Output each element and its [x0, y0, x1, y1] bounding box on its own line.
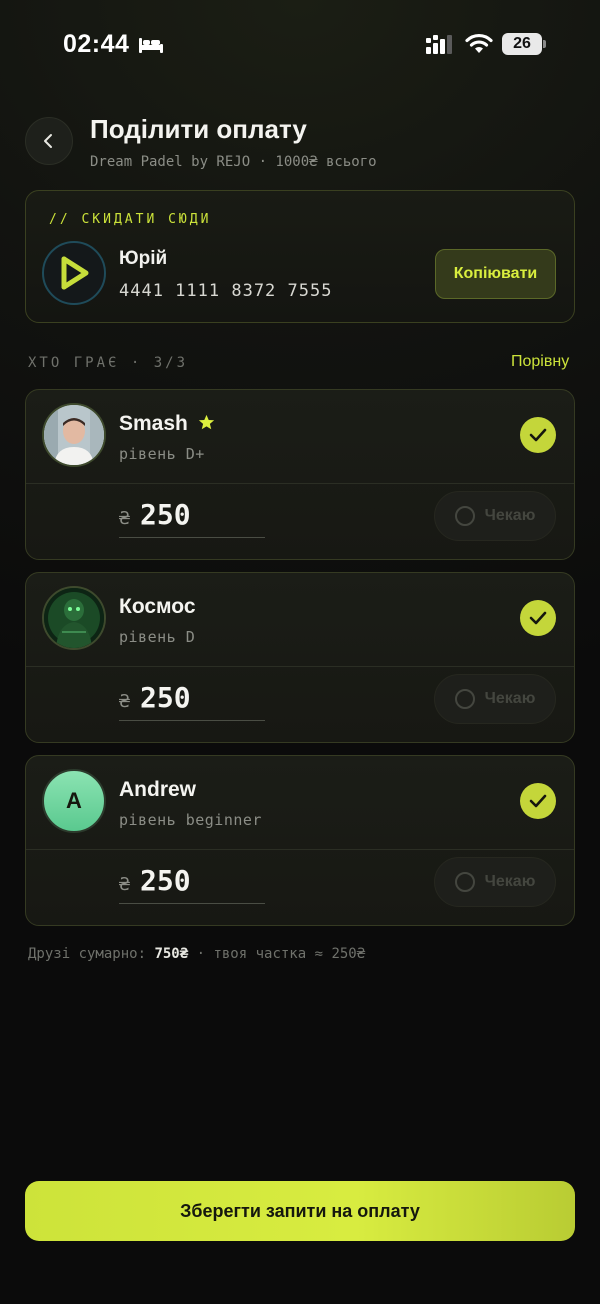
- recipient-name: Юрій: [119, 248, 168, 269]
- recipient-label: // СКИДАТИ СЮДИ: [49, 212, 212, 227]
- player-level: рівень D: [119, 628, 196, 646]
- brand-logo: [42, 241, 106, 305]
- divider: [26, 849, 574, 850]
- check-icon: [529, 611, 547, 625]
- player-card: A Andrew рівень beginner ₴ 250 Чекаю: [25, 755, 575, 926]
- battery-level: 26: [513, 35, 531, 52]
- player-level: рівень D+: [119, 445, 205, 463]
- status-time: 02:44: [63, 30, 130, 58]
- players-section-label: ХТО ГРАЄ · 3/3: [28, 355, 189, 371]
- battery-indicator: 26: [502, 33, 546, 55]
- player-card: Smash рівень D+ ₴ 250 Чекаю: [25, 389, 575, 560]
- radio-circle-icon: [454, 872, 475, 892]
- player-level: рівень beginner: [119, 811, 262, 829]
- check-icon: [529, 428, 547, 442]
- amount-input[interactable]: 250: [140, 864, 191, 897]
- player-card: Космос рівень D ₴ 250 Чекаю: [25, 572, 575, 743]
- player-name: Andrew: [119, 778, 197, 801]
- player-name: Космос: [119, 595, 196, 618]
- copy-button[interactable]: Копіювати: [435, 249, 556, 299]
- summary-total: 750₴: [154, 946, 189, 962]
- card-number: 4441 1111 8372 7555: [119, 281, 333, 301]
- back-button[interactable]: [25, 117, 73, 165]
- summary-suffix: · твоя частка ≈ 250₴: [188, 946, 366, 962]
- currency-symbol: ₴: [119, 691, 130, 712]
- currency-symbol: ₴: [119, 874, 130, 895]
- amount-field[interactable]: ₴ 250: [119, 498, 265, 538]
- waiting-status-button[interactable]: Чекаю: [434, 491, 556, 541]
- waiting-label: Чекаю: [484, 873, 536, 890]
- user-photo-icon: [44, 405, 104, 465]
- amount-input[interactable]: 250: [140, 681, 191, 714]
- divider: [26, 666, 574, 667]
- avatar: [42, 403, 106, 467]
- radio-circle-icon: [454, 506, 475, 526]
- signal-icon: [426, 35, 452, 54]
- user-photo-icon: [44, 588, 104, 648]
- player-name: Smash: [119, 412, 188, 435]
- paid-checkbox[interactable]: [520, 600, 556, 636]
- star-icon: [198, 414, 215, 430]
- avatar: A: [42, 769, 106, 833]
- amount-field[interactable]: ₴ 250: [119, 864, 265, 904]
- check-icon: [529, 794, 547, 808]
- play-logo-icon: [61, 256, 89, 290]
- divider: [26, 483, 574, 484]
- recipient-card: // СКИДАТИ СЮДИ Юрій 4441 1111 8372 7555…: [25, 190, 575, 323]
- amount-field[interactable]: ₴ 250: [119, 681, 265, 721]
- split-equally-button[interactable]: Порівну: [511, 353, 569, 371]
- wifi-icon: [465, 33, 493, 53]
- paid-checkbox[interactable]: [520, 417, 556, 453]
- radio-circle-icon: [454, 689, 475, 709]
- status-bar: 02:44 26: [0, 28, 600, 62]
- payment-summary: Друзі сумарно: 750₴ · твоя частка ≈ 250₴: [28, 946, 365, 962]
- sleep-focus-icon: [139, 38, 163, 53]
- paid-checkbox[interactable]: [520, 783, 556, 819]
- amount-input[interactable]: 250: [140, 498, 191, 531]
- currency-symbol: ₴: [119, 508, 130, 529]
- page-title: Поділити оплату: [90, 114, 307, 144]
- chevron-left-icon: [44, 134, 52, 148]
- waiting-label: Чекаю: [484, 690, 536, 707]
- save-payment-requests-button[interactable]: Зберегти запити на оплату: [25, 1181, 575, 1241]
- summary-prefix: Друзі сумарно:: [28, 946, 155, 962]
- waiting-status-button[interactable]: Чекаю: [434, 674, 556, 724]
- waiting-label: Чекаю: [484, 507, 536, 524]
- avatar: [42, 586, 106, 650]
- waiting-status-button[interactable]: Чекаю: [434, 857, 556, 907]
- page-subtitle: Dream Padel by REJO · 1000₴ всього: [90, 154, 377, 170]
- avatar-initial: A: [66, 788, 82, 813]
